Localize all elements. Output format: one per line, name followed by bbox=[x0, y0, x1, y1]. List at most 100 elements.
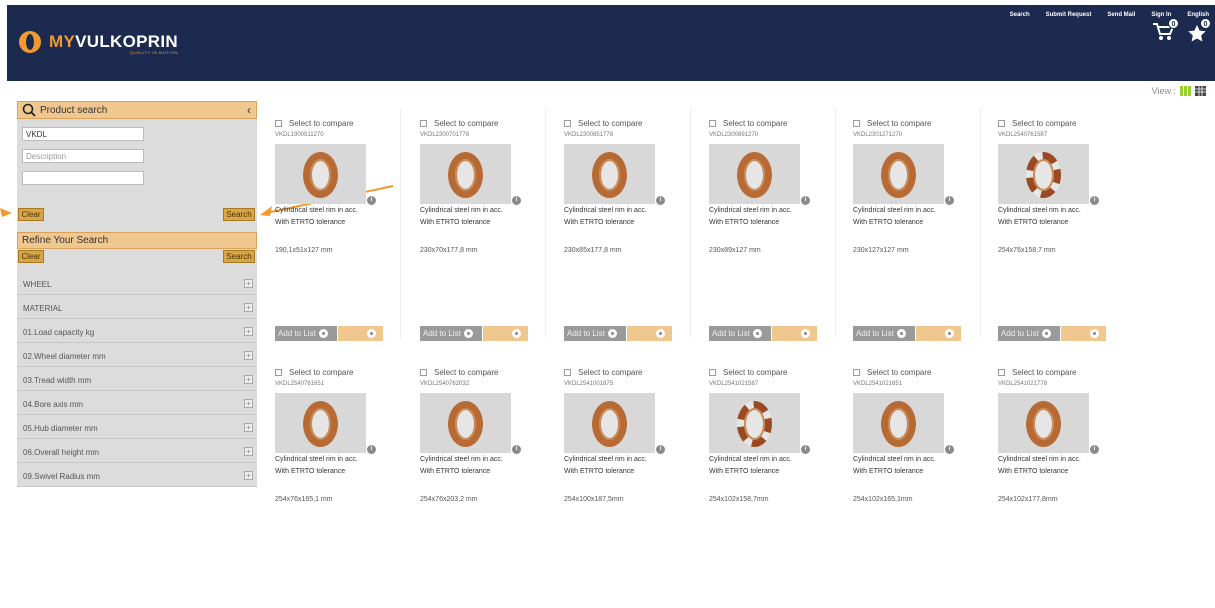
product-code[interactable]: VKDL1900511270 bbox=[275, 132, 324, 138]
expand-plus-icon[interactable]: + bbox=[244, 423, 253, 432]
refine-search-button[interactable]: Search bbox=[223, 250, 255, 263]
compare-checkbox-row[interactable]: Select to compare bbox=[853, 368, 931, 377]
product-code[interactable]: VKDL2300891270 bbox=[709, 132, 758, 138]
compare-checkbox-row[interactable]: Select to compare bbox=[564, 368, 642, 377]
clear-button[interactable]: Clear bbox=[18, 208, 44, 221]
compare-checkbox[interactable] bbox=[853, 369, 860, 376]
compare-checkbox[interactable] bbox=[709, 369, 716, 376]
extra-filter-input[interactable] bbox=[22, 171, 144, 185]
compare-checkbox-row[interactable]: Select to compare bbox=[709, 119, 787, 128]
go-circle-icon[interactable] bbox=[801, 329, 810, 338]
refine-clear-button[interactable]: Clear bbox=[18, 250, 44, 263]
product-code[interactable]: VKDL2540762032 bbox=[420, 381, 469, 387]
compare-checkbox[interactable] bbox=[998, 120, 1005, 127]
info-icon[interactable]: i bbox=[945, 445, 954, 454]
quantity-box[interactable] bbox=[627, 326, 672, 341]
filter-material[interactable]: MATERIAL + bbox=[17, 297, 257, 319]
info-icon[interactable]: i bbox=[1090, 196, 1099, 205]
product-card[interactable]: Select to compare VKDL2300851778 i Cylindri… bbox=[564, 119, 688, 359]
product-card[interactable]: Select to compare VKDL2541021651 i Cylindri… bbox=[853, 368, 977, 608]
compare-checkbox-row[interactable]: Select to compare bbox=[998, 368, 1076, 377]
filter-swivel-radius[interactable]: 09.Swivel Radius mm + bbox=[17, 465, 257, 487]
compare-checkbox[interactable] bbox=[420, 369, 427, 376]
expand-plus-icon[interactable]: + bbox=[244, 447, 253, 456]
compare-checkbox-row[interactable]: Select to compare bbox=[709, 368, 787, 377]
product-code[interactable]: VKDL2300851778 bbox=[564, 132, 613, 138]
grid-view-icon[interactable] bbox=[1180, 86, 1191, 96]
compare-checkbox-row[interactable]: Select to compare bbox=[564, 119, 642, 128]
filter-hub-diameter[interactable]: 05.Hub diameter mm + bbox=[17, 417, 257, 439]
product-image[interactable] bbox=[420, 393, 511, 453]
product-image[interactable] bbox=[564, 393, 655, 453]
expand-plus-icon[interactable]: + bbox=[244, 399, 253, 408]
quantity-box[interactable] bbox=[916, 326, 961, 341]
go-circle-icon[interactable] bbox=[945, 329, 954, 338]
add-to-list-button[interactable]: Add to List bbox=[853, 326, 915, 341]
product-card[interactable]: Select to compare VKDL2300701778 i Cylindri… bbox=[420, 119, 544, 359]
filter-overall-height[interactable]: 06.Overall height mm + bbox=[17, 441, 257, 463]
product-image[interactable] bbox=[853, 393, 944, 453]
compare-checkbox[interactable] bbox=[709, 120, 716, 127]
product-code[interactable]: VKDL2541021778 bbox=[998, 381, 1047, 387]
add-to-list-button[interactable]: Add to List bbox=[420, 326, 482, 341]
filter-wheel-diameter[interactable]: 02.Wheel diameter mm + bbox=[17, 345, 257, 367]
product-card[interactable]: Select to compare VKDL1900511270 i Cylindri… bbox=[275, 119, 399, 359]
compare-checkbox-row[interactable]: Select to compare bbox=[998, 119, 1076, 128]
expand-plus-icon[interactable]: + bbox=[244, 303, 253, 312]
product-card[interactable]: Select to compare VKDL2300891270 i Cylindri… bbox=[709, 119, 833, 359]
filter-bore-axis[interactable]: 04.Bore axis mm + bbox=[17, 393, 257, 415]
product-code[interactable]: VKDL2541001875 bbox=[564, 381, 613, 387]
info-icon[interactable]: i bbox=[512, 445, 521, 454]
product-card[interactable]: Select to compare VKDL2541021778 i Cylindri… bbox=[998, 368, 1122, 608]
cart-button[interactable]: 0 bbox=[1152, 18, 1179, 47]
product-card[interactable]: Select to compare VKDL2540761651 i Cylindri… bbox=[275, 368, 399, 608]
info-icon[interactable]: i bbox=[367, 196, 376, 205]
search-button[interactable]: Search bbox=[223, 208, 255, 221]
product-code[interactable]: VKDL2541021587 bbox=[709, 381, 758, 387]
info-icon[interactable]: i bbox=[801, 445, 810, 454]
expand-plus-icon[interactable]: + bbox=[244, 351, 253, 360]
go-circle-icon[interactable] bbox=[512, 329, 521, 338]
product-code[interactable]: VKDL2540761587 bbox=[998, 132, 1047, 138]
expand-plus-icon[interactable]: + bbox=[244, 375, 253, 384]
product-image[interactable] bbox=[420, 144, 511, 204]
go-circle-icon[interactable] bbox=[656, 329, 665, 338]
product-card[interactable]: Select to compare VKDL2301271270 i Cylindri… bbox=[853, 119, 977, 359]
compare-checkbox[interactable] bbox=[564, 120, 571, 127]
nav-send-mail-link[interactable]: Send Mail bbox=[1107, 12, 1135, 18]
compare-checkbox-row[interactable]: Select to compare bbox=[275, 119, 353, 128]
compare-checkbox-row[interactable]: Select to compare bbox=[853, 119, 931, 128]
compare-checkbox[interactable] bbox=[420, 120, 427, 127]
wishlist-button[interactable]: 0 bbox=[1187, 18, 1211, 48]
quantity-box[interactable] bbox=[772, 326, 817, 341]
product-card[interactable]: Select to compare VKDL2541021587 i Cylindri… bbox=[709, 368, 833, 608]
compare-checkbox[interactable] bbox=[275, 369, 282, 376]
product-code[interactable]: VKDL2301271270 bbox=[853, 132, 902, 138]
nav-sign-in-link[interactable]: Sign In bbox=[1151, 12, 1171, 18]
product-code[interactable]: VKDL2540761651 bbox=[275, 381, 324, 387]
expand-plus-icon[interactable]: + bbox=[244, 471, 253, 480]
info-icon[interactable]: i bbox=[1090, 445, 1099, 454]
add-to-list-button[interactable]: Add to List bbox=[275, 326, 337, 341]
quantity-box[interactable] bbox=[1061, 326, 1106, 341]
go-circle-icon[interactable] bbox=[1090, 329, 1099, 338]
info-icon[interactable]: i bbox=[801, 196, 810, 205]
quantity-box[interactable] bbox=[483, 326, 528, 341]
info-icon[interactable]: i bbox=[512, 196, 521, 205]
quantity-box[interactable] bbox=[338, 326, 383, 341]
compare-checkbox-row[interactable]: Select to compare bbox=[275, 368, 353, 377]
compare-checkbox[interactable] bbox=[275, 120, 282, 127]
nav-search-link[interactable]: Search bbox=[1010, 12, 1030, 18]
collapse-chevron-icon[interactable]: ‹ bbox=[247, 103, 251, 117]
logo[interactable]: MYVULKOPRIN QUALITY IN MOTION bbox=[19, 31, 178, 55]
filter-tread-width[interactable]: 03.Tread width mm + bbox=[17, 369, 257, 391]
product-card[interactable]: Select to compare VKDL2541001875 i Cylindri… bbox=[564, 368, 688, 608]
compare-checkbox-row[interactable]: Select to compare bbox=[420, 368, 498, 377]
product-code-input[interactable] bbox=[22, 127, 144, 141]
info-icon[interactable]: i bbox=[656, 196, 665, 205]
product-image[interactable] bbox=[564, 144, 655, 204]
nav-submit-request-link[interactable]: Submit Request bbox=[1046, 12, 1092, 18]
go-circle-icon[interactable] bbox=[367, 329, 376, 338]
add-to-list-button[interactable]: Add to List bbox=[564, 326, 626, 341]
compare-checkbox-row[interactable]: Select to compare bbox=[420, 119, 498, 128]
